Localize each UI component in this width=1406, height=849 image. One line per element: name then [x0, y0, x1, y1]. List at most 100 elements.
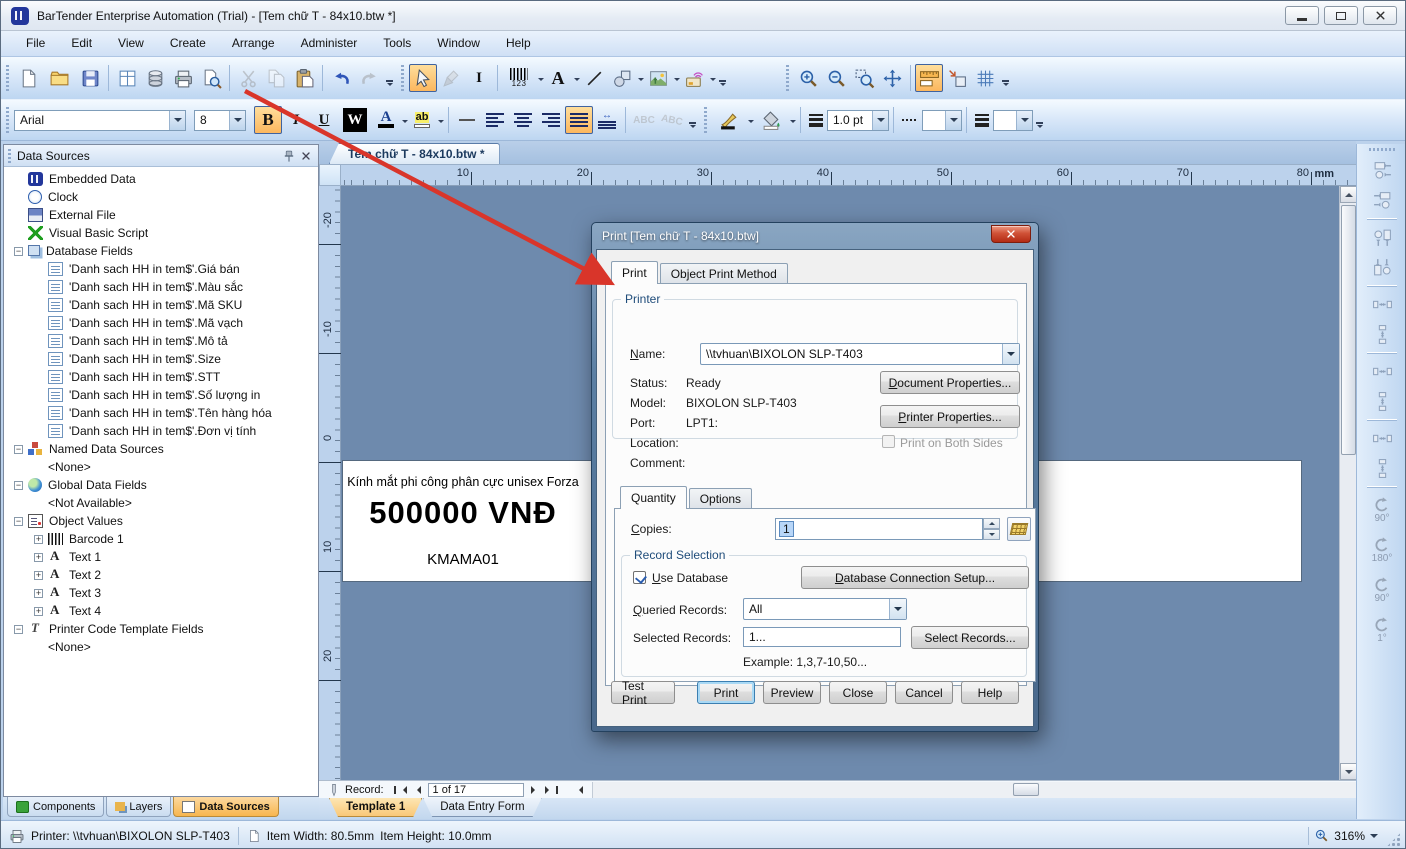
- quantity-tab[interactable]: Options: [688, 488, 753, 509]
- line-style-combo[interactable]: [922, 109, 962, 131]
- tree-item[interactable]: <None>: [4, 458, 318, 476]
- combo-arrow-icon[interactable]: [1016, 110, 1032, 130]
- tree-item[interactable]: Clock: [4, 188, 318, 206]
- tree-item[interactable]: − Printer Code Template Fields: [4, 620, 318, 638]
- scroll-down-button[interactable]: [1340, 763, 1357, 780]
- toolbar-overflow-button[interactable]: [1001, 67, 1010, 89]
- combo-arrow-icon[interactable]: [945, 110, 961, 130]
- resize-grip[interactable]: [1387, 832, 1401, 847]
- menu-item[interactable]: Create: [157, 31, 219, 56]
- fill-color-dropdown-arrow[interactable]: [790, 120, 796, 126]
- create-encoder-button[interactable]: [680, 64, 708, 92]
- tree-item[interactable]: 'Danh sach HH in tem$'.Mã vạch: [4, 314, 318, 332]
- tree-item[interactable]: + Text 1: [4, 548, 318, 566]
- record-position-field[interactable]: 1 of 17: [427, 782, 524, 797]
- menu-item[interactable]: Window: [424, 31, 493, 56]
- bold-button[interactable]: B: [254, 106, 282, 134]
- printer-name-combo[interactable]: \\tvhuan\BIXOLON SLP-T403: [700, 343, 1020, 365]
- underline-button[interactable]: U: [310, 106, 338, 134]
- make-same-width-button[interactable]: [1364, 423, 1400, 453]
- queried-records-combo[interactable]: All: [743, 598, 907, 620]
- toolbar-drag-handle[interactable]: [6, 107, 9, 133]
- minimize-button[interactable]: [1285, 6, 1319, 25]
- copies-spinner[interactable]: [983, 518, 1000, 540]
- encoder-dropdown-arrow[interactable]: [710, 78, 716, 84]
- space-vertically-button[interactable]: [1364, 386, 1400, 416]
- line-weight-combo[interactable]: 1.0 pt: [827, 109, 889, 131]
- tree-expander[interactable]: −: [14, 516, 23, 526]
- dialog-button[interactable]: Help: [961, 681, 1019, 704]
- first-record-button[interactable]: [393, 785, 410, 794]
- menu-item[interactable]: Help: [493, 31, 544, 56]
- toolbar-overflow-button[interactable]: [1035, 109, 1044, 131]
- toolbar-drag-handle[interactable]: [401, 65, 404, 91]
- tree-item[interactable]: − Database Fields: [4, 242, 318, 260]
- template-tab[interactable]: Data Entry Form: [423, 798, 541, 817]
- dialog-button[interactable]: Close: [829, 681, 887, 704]
- justify-button[interactable]: [565, 106, 593, 134]
- tree-expander[interactable]: +: [34, 606, 43, 616]
- zoom-dropdown-arrow[interactable]: [1370, 833, 1378, 842]
- center-vertically-button[interactable]: [1364, 319, 1400, 349]
- tree-expander[interactable]: +: [34, 588, 43, 598]
- horizontal-scrollbar[interactable]: [591, 781, 1356, 798]
- highlight-dropdown-arrow[interactable]: [438, 120, 444, 126]
- italic-button[interactable]: I: [282, 106, 310, 134]
- paste-button[interactable]: [290, 64, 318, 92]
- create-image-button[interactable]: [644, 64, 672, 92]
- text-rotate-down-button[interactable]: ABC: [658, 106, 686, 134]
- combo-arrow-icon[interactable]: [889, 599, 906, 619]
- menu-item[interactable]: File: [13, 31, 58, 56]
- pan-button[interactable]: [878, 64, 906, 92]
- toolbar-drag-handle[interactable]: [1369, 148, 1395, 151]
- font-size-combo[interactable]: 8: [194, 109, 246, 131]
- tree-item[interactable]: + Text 3: [4, 584, 318, 602]
- font-name-combo[interactable]: Arial: [14, 109, 186, 131]
- toolbar-drag-handle[interactable]: [786, 65, 789, 91]
- zoom-out-button[interactable]: [822, 64, 850, 92]
- highlight-button[interactable]: ab: [408, 106, 436, 134]
- tree-item[interactable]: + Text 4: [4, 602, 318, 620]
- create-barcode-button[interactable]: 123: [502, 64, 536, 92]
- tree-expander[interactable]: +: [34, 570, 43, 580]
- font-color-button[interactable]: A: [372, 106, 400, 134]
- tree-item[interactable]: Embedded Data: [4, 170, 318, 188]
- label-text-sku[interactable]: KMAMA01: [343, 551, 583, 568]
- menu-item[interactable]: Tools: [370, 31, 424, 56]
- center-horizontally-button[interactable]: [1364, 289, 1400, 319]
- zoom-in-button[interactable]: [794, 64, 822, 92]
- pin-panel-button[interactable]: [280, 148, 297, 164]
- dialog-close-button[interactable]: [991, 225, 1031, 243]
- document-tab[interactable]: Tem chữ T - 84x10.btw *: [329, 143, 500, 164]
- toolbar-overflow-button[interactable]: [688, 109, 697, 131]
- database-connection-setup-button[interactable]: Database Connection Setup...: [801, 566, 1029, 589]
- database-setup-button[interactable]: [141, 64, 169, 92]
- next-record-button[interactable]: [530, 785, 539, 794]
- tree-item[interactable]: 'Danh sach HH in tem$'.Màu sắc: [4, 278, 318, 296]
- tree-item[interactable]: 'Danh sach HH in tem$'.Đơn vị tính: [4, 422, 318, 440]
- tree-item[interactable]: + Barcode 1: [4, 530, 318, 548]
- tree-item[interactable]: + Text 2: [4, 566, 318, 584]
- selected-records-input[interactable]: 1...: [743, 627, 901, 647]
- tree-item[interactable]: External File: [4, 206, 318, 224]
- rotate-button[interactable]: 90°: [1364, 490, 1400, 530]
- align-center-button[interactable]: [509, 106, 537, 134]
- dialog-title-bar[interactable]: Print [Tem chữ T - 84x10.btw]: [592, 223, 1038, 249]
- align-left-edges-button[interactable]: [1364, 155, 1400, 185]
- print-button[interactable]: [169, 64, 197, 92]
- make-same-height-button[interactable]: [1364, 453, 1400, 483]
- tree-item[interactable]: − Object Values: [4, 512, 318, 530]
- rotate-button[interactable]: 1°: [1364, 610, 1400, 650]
- rotate-button[interactable]: 180°: [1364, 530, 1400, 570]
- wizard-button[interactable]: W: [338, 106, 372, 134]
- scrollbar-thumb[interactable]: [1341, 205, 1356, 455]
- use-database-checkbox[interactable]: [633, 571, 646, 584]
- tree-item[interactable]: 'Danh sach HH in tem$'.Mã SKU: [4, 296, 318, 314]
- menu-item[interactable]: Administer: [288, 31, 371, 56]
- combo-arrow-icon[interactable]: [169, 110, 185, 130]
- tree-item[interactable]: Visual Basic Script: [4, 224, 318, 242]
- print-preview-button[interactable]: [197, 64, 225, 92]
- create-text-button[interactable]: A: [544, 64, 572, 92]
- tree-item[interactable]: − Global Data Fields: [4, 476, 318, 494]
- text-edit-tool-button[interactable]: I: [465, 64, 493, 92]
